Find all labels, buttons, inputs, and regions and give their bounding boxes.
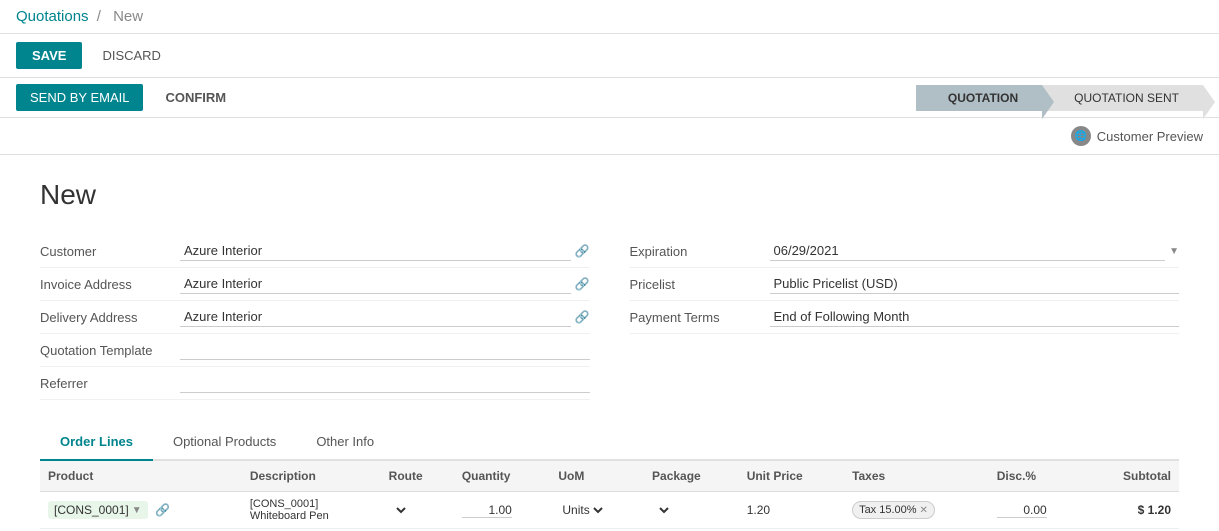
form-title: New xyxy=(40,179,1179,211)
globe-icon: 🌐 xyxy=(1071,126,1091,146)
field-expiration: Expiration ▼ xyxy=(630,235,1180,268)
row-taxes: Tax 15.00% ✕ xyxy=(844,492,989,529)
row-disc[interactable] xyxy=(989,492,1086,529)
col-quantity: Quantity xyxy=(454,461,551,492)
customer-preview-bar: 🌐 Customer Preview xyxy=(0,118,1219,155)
product-tag-dropdown[interactable]: ▼ xyxy=(132,505,142,516)
col-package: Package xyxy=(644,461,739,492)
breadcrumb-current: New xyxy=(113,8,143,25)
step-quotation[interactable]: QUOTATION xyxy=(916,85,1042,111)
col-description: Description xyxy=(242,461,381,492)
invoice-address-select[interactable]: Azure Interior xyxy=(180,274,571,294)
tab-order-lines[interactable]: Order Lines xyxy=(40,424,153,461)
field-pricelist: Pricelist Public Pricelist (USD) xyxy=(630,268,1180,301)
customer-select[interactable]: Azure Interior xyxy=(180,241,571,261)
col-product: Product xyxy=(40,461,242,492)
col-taxes: Taxes xyxy=(844,461,989,492)
send-email-button[interactable]: SEND BY EMAIL xyxy=(16,84,143,111)
payment-terms-value: End of Following Month xyxy=(770,307,1180,327)
field-customer: Customer Azure Interior 🔗 xyxy=(40,235,590,268)
tabs-container: Order Lines Optional Products Other Info… xyxy=(0,424,1219,529)
invoice-address-value: Azure Interior 🔗 xyxy=(180,274,590,294)
delivery-address-value: Azure Interior 🔗 xyxy=(180,307,590,327)
tab-optional-products[interactable]: Optional Products xyxy=(153,424,296,461)
product-tag: [CONS_0001] ▼ xyxy=(48,501,148,519)
expiration-value: ▼ xyxy=(770,241,1180,261)
table-row: [CONS_0001] ▼ 🔗 [CONS_0001] Whiteboard P… xyxy=(40,492,1179,529)
pricelist-value: Public Pricelist (USD) xyxy=(770,274,1180,294)
expiration-label: Expiration xyxy=(630,244,770,259)
table-header-row: Product Description Route Quantity UoM P… xyxy=(40,461,1179,492)
breadcrumb: Quotations / New xyxy=(0,0,1219,34)
invoice-address-label: Invoice Address xyxy=(40,277,180,292)
delivery-address-select[interactable]: Azure Interior xyxy=(180,307,571,327)
quotation-template-select[interactable] xyxy=(180,340,590,360)
referrer-value xyxy=(180,373,590,393)
field-delivery-address: Delivery Address Azure Interior 🔗 xyxy=(40,301,590,334)
form-fields: Customer Azure Interior 🔗 Invoice Addres… xyxy=(40,235,1179,400)
field-quotation-template: Quotation Template xyxy=(40,334,590,367)
row-package xyxy=(644,492,739,529)
col-route: Route xyxy=(381,461,454,492)
quotation-template-label: Quotation Template xyxy=(40,343,180,358)
invoice-address-link-icon[interactable]: 🔗 xyxy=(575,277,590,291)
field-invoice-address: Invoice Address Azure Interior 🔗 xyxy=(40,268,590,301)
quantity-input[interactable] xyxy=(462,503,512,518)
row-subtotal: $ 1.20 xyxy=(1085,492,1179,529)
customer-label: Customer xyxy=(40,244,180,259)
description-text: [CONS_0001] Whiteboard Pen xyxy=(250,498,373,522)
breadcrumb-parent[interactable]: Quotations xyxy=(16,8,89,25)
uom-select[interactable]: Units xyxy=(558,502,606,518)
save-button[interactable]: SAVE xyxy=(16,42,82,69)
quotation-template-value xyxy=(180,340,590,360)
order-lines-table: Product Description Route Quantity UoM P… xyxy=(40,461,1179,529)
confirm-button[interactable]: CONFIRM xyxy=(151,84,240,111)
payment-terms-label: Payment Terms xyxy=(630,310,770,325)
expiration-dropdown-icon[interactable]: ▼ xyxy=(1169,246,1179,257)
delivery-address-label: Delivery Address xyxy=(40,310,180,325)
col-unit-price: Unit Price xyxy=(739,461,844,492)
tax-badge: Tax 15.00% ✕ xyxy=(852,501,935,519)
delivery-address-link-icon[interactable]: 🔗 xyxy=(575,310,590,324)
pricelist-label: Pricelist xyxy=(630,277,770,292)
row-quantity[interactable] xyxy=(454,492,551,529)
customer-link-icon[interactable]: 🔗 xyxy=(575,244,590,258)
referrer-select[interactable] xyxy=(180,373,590,393)
customer-value: Azure Interior 🔗 xyxy=(180,241,590,261)
expiration-input[interactable] xyxy=(770,241,1166,261)
route-select[interactable] xyxy=(389,502,409,518)
form-container: New Customer Azure Interior 🔗 Invoice Ad… xyxy=(0,155,1219,424)
step-quotation-sent[interactable]: QUOTATION SENT xyxy=(1042,85,1203,111)
pricelist-select[interactable]: Public Pricelist (USD) xyxy=(770,274,1180,294)
field-referrer: Referrer xyxy=(40,367,590,400)
row-uom: Units xyxy=(550,492,644,529)
workflow-steps: QUOTATION QUOTATION SENT xyxy=(916,85,1203,111)
referrer-label: Referrer xyxy=(40,376,180,391)
form-right-column: Expiration ▼ Pricelist Public Pricelist … xyxy=(630,235,1180,400)
action-bar: SAVE DISCARD xyxy=(0,34,1219,78)
row-unit-price[interactable]: 1.20 xyxy=(739,492,844,529)
row-description[interactable]: [CONS_0001] Whiteboard Pen xyxy=(242,492,381,529)
col-uom: UoM xyxy=(550,461,644,492)
customer-preview-button[interactable]: 🌐 Customer Preview xyxy=(1071,126,1203,146)
row-product: [CONS_0001] ▼ 🔗 xyxy=(40,492,242,529)
tab-other-info[interactable]: Other Info xyxy=(296,424,394,461)
package-select[interactable] xyxy=(652,502,672,518)
discard-button[interactable]: DISCARD xyxy=(90,42,173,69)
row-route xyxy=(381,492,454,529)
tabs-nav: Order Lines Optional Products Other Info xyxy=(40,424,1179,461)
field-payment-terms: Payment Terms End of Following Month xyxy=(630,301,1180,334)
col-subtotal: Subtotal xyxy=(1085,461,1179,492)
form-left-column: Customer Azure Interior 🔗 Invoice Addres… xyxy=(40,235,590,400)
workflow-bar: SEND BY EMAIL CONFIRM QUOTATION QUOTATIO… xyxy=(0,78,1219,118)
customer-preview-label: Customer Preview xyxy=(1097,129,1203,144)
col-disc: Disc.% xyxy=(989,461,1086,492)
product-link-icon[interactable]: 🔗 xyxy=(155,503,170,517)
breadcrumb-separator: / xyxy=(97,8,101,25)
tax-remove-icon[interactable]: ✕ xyxy=(920,505,928,516)
payment-terms-select[interactable]: End of Following Month xyxy=(770,307,1180,327)
disc-input[interactable] xyxy=(997,503,1047,518)
main-content: 🌐 Customer Preview New Customer Azure In… xyxy=(0,118,1219,529)
